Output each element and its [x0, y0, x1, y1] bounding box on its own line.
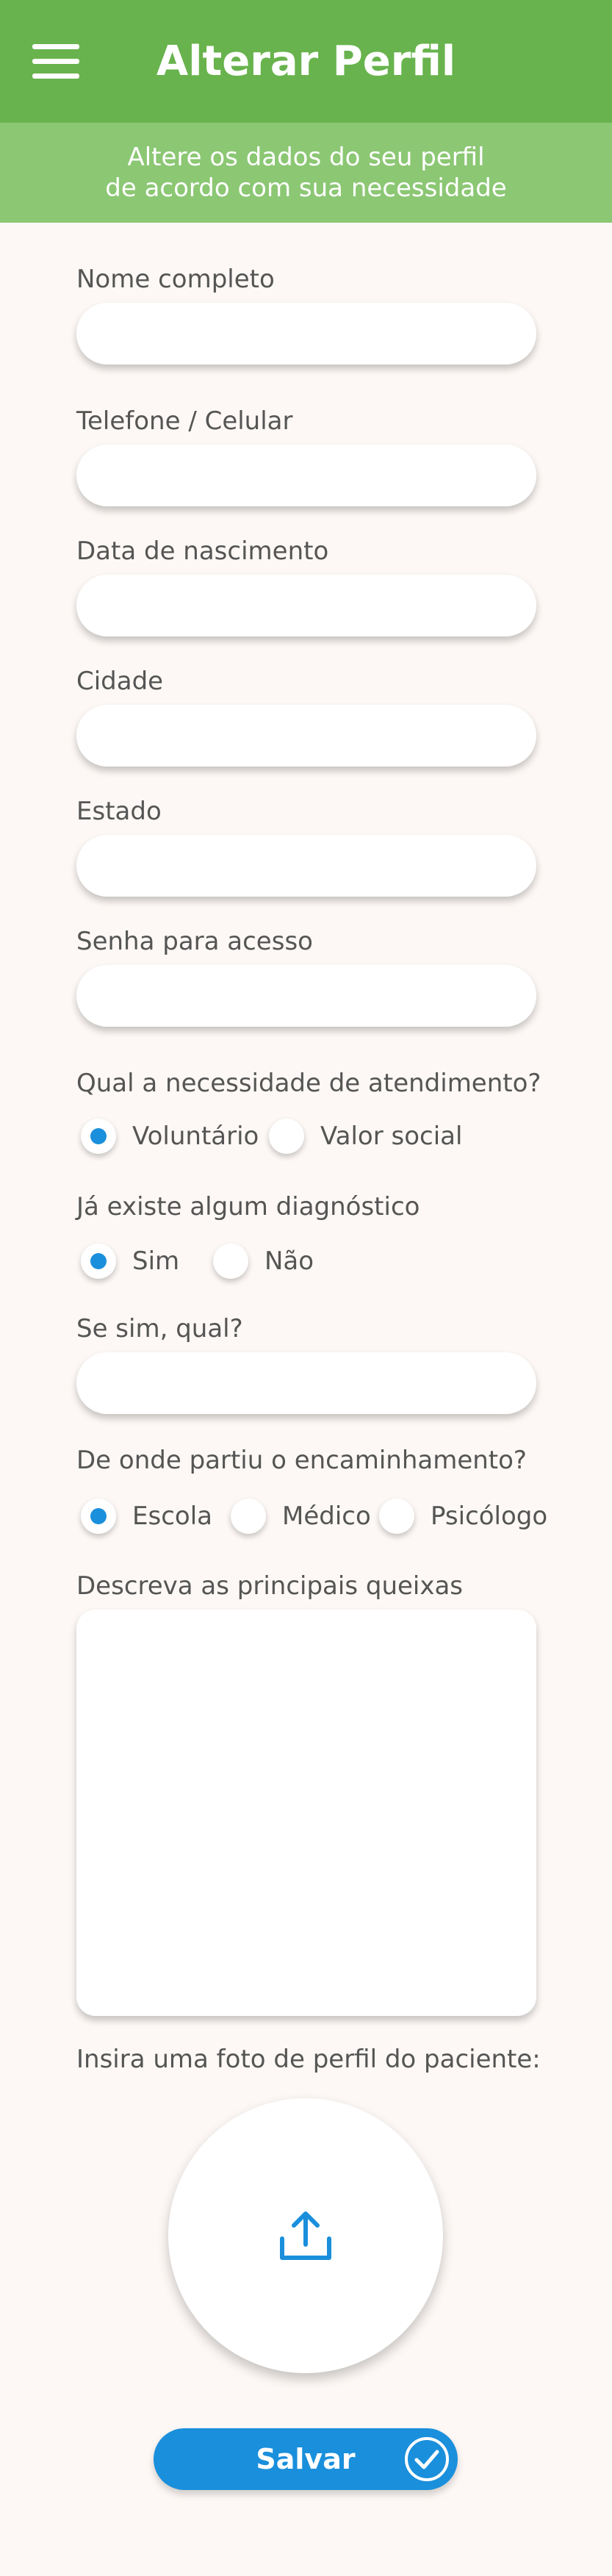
radio-selected-icon: [81, 1119, 116, 1154]
cidade-input[interactable]: [76, 705, 536, 767]
radio-selected-icon: [81, 1244, 116, 1279]
photo-upload-button[interactable]: [168, 2098, 443, 2373]
telefone-input[interactable]: [76, 445, 536, 506]
subtitle-line-2: de acordo com sua necessidade: [105, 173, 507, 203]
radio-psicologo-label: Psicólogo: [431, 1502, 548, 1531]
radio-voluntario-label: Voluntário: [132, 1122, 259, 1151]
estado-input[interactable]: [76, 835, 536, 897]
radio-unselected-icon: [213, 1244, 248, 1279]
radio-valor-social-label: Valor social: [320, 1122, 463, 1151]
radio-nao[interactable]: Não: [213, 1241, 314, 1282]
senha-label: Senha para acesso: [76, 927, 313, 956]
qual-input[interactable]: [76, 1352, 536, 1414]
atendimento-question: Qual a necessidade de atendimento?: [76, 1069, 541, 1098]
estado-label: Estado: [76, 797, 162, 826]
photo-label: Insira uma foto de perfil do paciente:: [76, 2045, 541, 2074]
radio-sim-label: Sim: [132, 1246, 180, 1276]
upload-icon: [280, 2211, 331, 2260]
radio-escola-label: Escola: [132, 1502, 212, 1531]
nascimento-input[interactable]: [76, 575, 536, 636]
radio-escola[interactable]: Escola: [81, 1496, 212, 1537]
check-circle-icon: [405, 2437, 449, 2481]
page-subtitle: Altere os dados do seu perfil de acordo …: [0, 123, 612, 223]
page-title: Alterar Perfil: [156, 37, 456, 85]
radio-selected-icon: [81, 1499, 116, 1534]
radio-voluntario[interactable]: Voluntário: [81, 1116, 259, 1157]
senha-input[interactable]: [76, 965, 536, 1027]
nome-input[interactable]: [76, 303, 536, 365]
radio-medico-label: Médico: [282, 1502, 371, 1531]
diagnostico-question: Já existe algum diagnóstico: [76, 1192, 420, 1221]
qual-label: Se sim, qual?: [76, 1314, 243, 1343]
radio-psicologo[interactable]: Psicólogo: [379, 1496, 547, 1537]
cidade-label: Cidade: [76, 667, 164, 696]
radio-sim[interactable]: Sim: [81, 1241, 179, 1282]
queixas-label: Descreva as principais queixas: [76, 1571, 464, 1601]
radio-unselected-icon: [231, 1499, 266, 1534]
nome-label: Nome completo: [76, 265, 275, 294]
radio-medico[interactable]: Médico: [231, 1496, 371, 1537]
save-button[interactable]: Salvar: [154, 2428, 458, 2490]
subtitle-line-1: Altere os dados do seu perfil: [127, 143, 485, 172]
radio-unselected-icon: [269, 1119, 304, 1154]
radio-unselected-icon: [379, 1499, 414, 1534]
radio-nao-label: Não: [264, 1246, 314, 1276]
hamburger-menu-icon[interactable]: [32, 44, 79, 79]
app-header: Alterar Perfil: [0, 0, 612, 123]
encaminhamento-question: De onde partiu o encaminhamento?: [76, 1446, 527, 1475]
queixas-textarea[interactable]: [76, 1610, 536, 2016]
nascimento-label: Data de nascimento: [76, 537, 329, 566]
radio-valor-social[interactable]: Valor social: [269, 1116, 462, 1157]
telefone-label: Telefone / Celular: [76, 406, 293, 436]
